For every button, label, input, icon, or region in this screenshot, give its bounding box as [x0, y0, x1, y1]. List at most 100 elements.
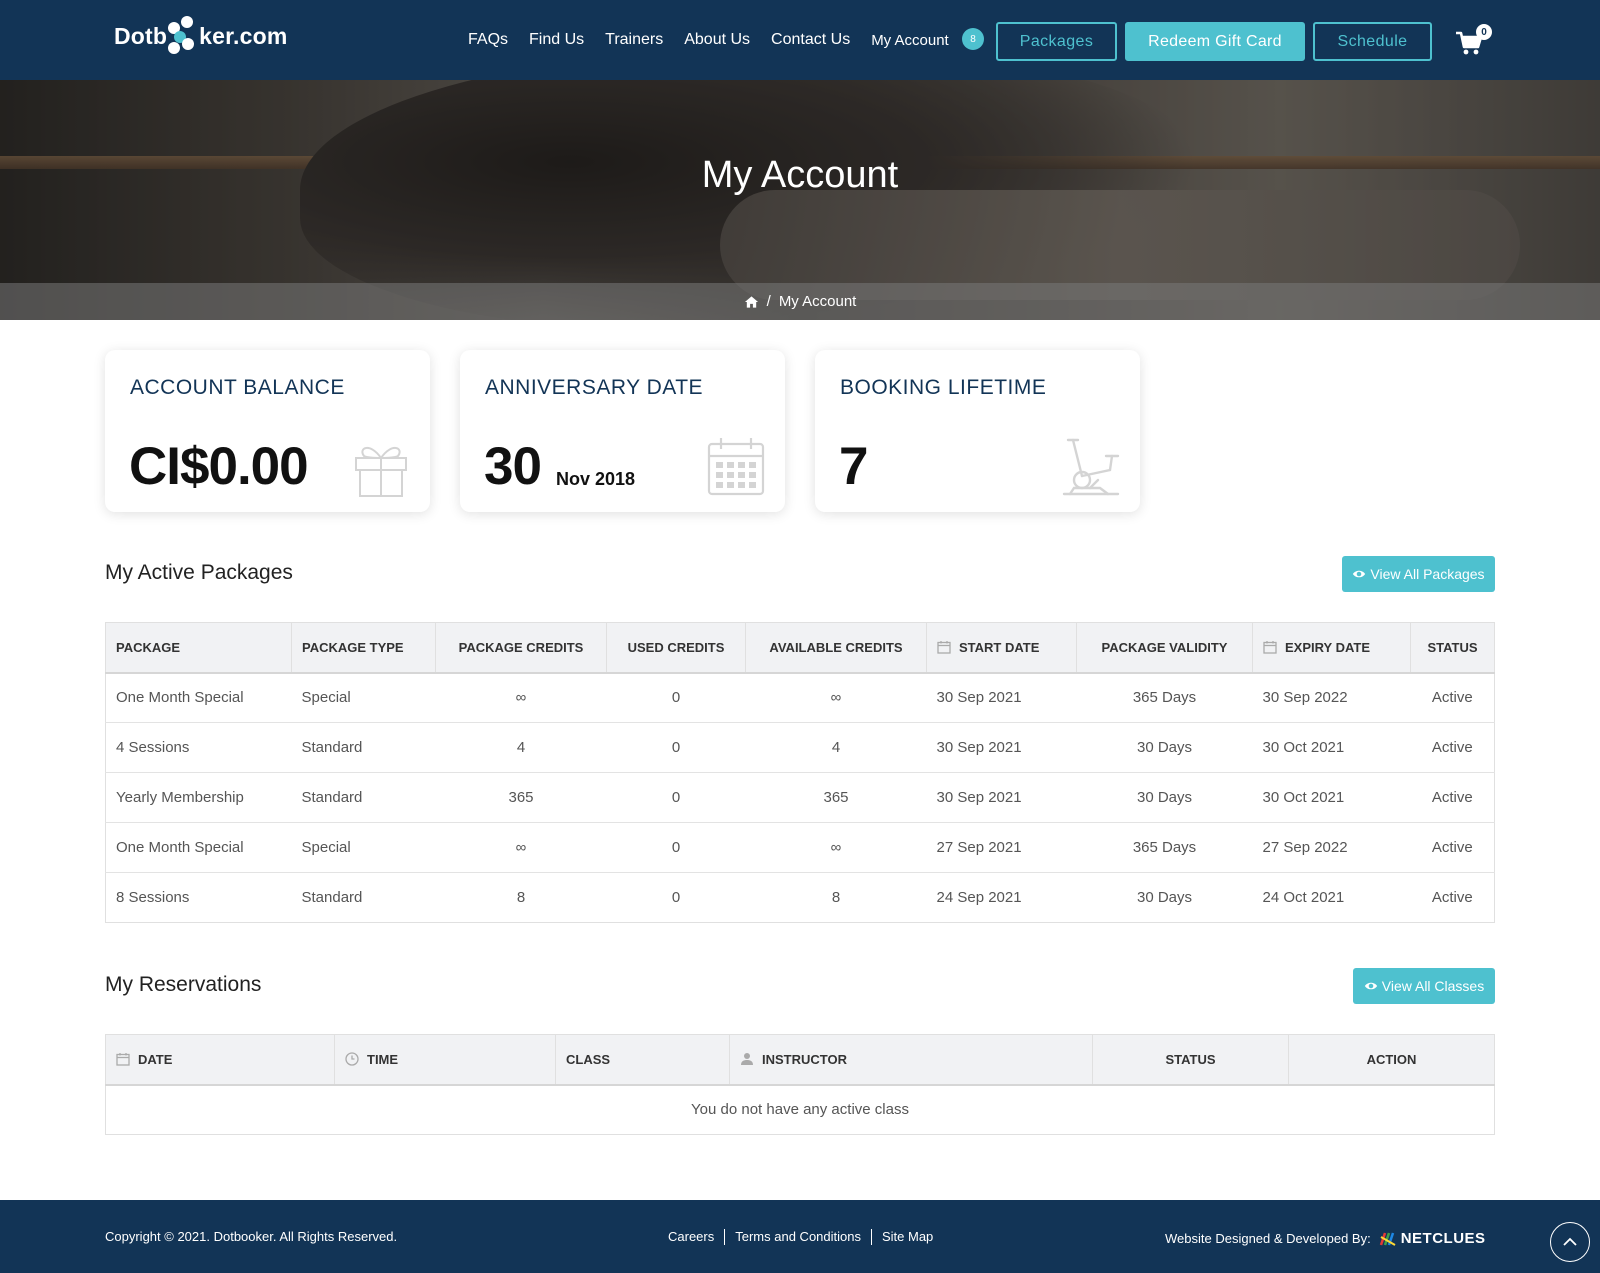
cell-package: 8 Sessions [105, 872, 292, 923]
col-package: PACKAGE [105, 622, 292, 674]
eye-icon [1353, 570, 1366, 578]
cell-package-type: Special [301, 689, 351, 707]
account-balance-title: ACCOUNT BALANCE [130, 376, 345, 399]
netclues-logo[interactable]: NETCLUES [1379, 1230, 1486, 1247]
col-expiry-date-label: EXPIRY DATE [1285, 639, 1371, 655]
logo-text-right: ker.com [199, 22, 288, 49]
cell-available-credits: 365 [745, 772, 927, 823]
active-packages-table: PACKAGE PACKAGE TYPE PACKAGE CREDITS USE… [105, 622, 1495, 923]
empty-message: You do not have any active class [691, 1101, 909, 1119]
cell-expiry-date: 27 Sep 2022 [1252, 822, 1411, 873]
view-all-packages-button[interactable]: View All Packages [1342, 556, 1495, 592]
schedule-button[interactable]: Schedule [1313, 22, 1432, 61]
reservations-table: DATE TIME CLASS INSTRUCTOR STATUS ACTION… [105, 1034, 1495, 1135]
calendar-icon [707, 438, 765, 496]
nav-trainers[interactable]: Trainers [605, 31, 663, 49]
col-start-date: START DATE [926, 622, 1077, 674]
cell-status: Active [1410, 772, 1495, 823]
cell-start-date: 24 Sep 2021 [926, 872, 1077, 923]
col-time: TIME [334, 1034, 556, 1086]
back-to-top-button[interactable] [1550, 1222, 1590, 1262]
cell-status: Active [1410, 872, 1495, 923]
nav-my-account[interactable]: My Account [871, 32, 949, 49]
cell-available-credits: 8 [745, 872, 927, 923]
calendar-icon [937, 640, 951, 654]
nav-about-us[interactable]: About Us [684, 31, 750, 49]
cart-count-badge: 0 [1476, 24, 1492, 40]
site-header: Dotb ker.com FAQs Find Us Trainers About… [0, 0, 1600, 80]
footer-link-careers[interactable]: Careers [658, 1229, 724, 1245]
cell-package-type: Special [291, 822, 436, 873]
table-row: Yearly Membership Standard 365 0 365 30 … [105, 772, 1495, 823]
col-package-validity: PACKAGE VALIDITY [1076, 622, 1253, 674]
active-packages-title: My Active Packages [105, 561, 293, 584]
cell-package: One Month Special [116, 689, 244, 707]
home-icon[interactable] [744, 295, 759, 309]
netclues-logo-icon [1379, 1232, 1396, 1246]
cell-package: 4 Sessions [105, 722, 292, 773]
cell-package: Yearly Membership [105, 772, 292, 823]
col-expiry-date: EXPIRY DATE [1252, 622, 1411, 674]
col-date: DATE [105, 1034, 335, 1086]
col-package-type: PACKAGE TYPE [291, 622, 436, 674]
cell-package-credits: 8 [435, 872, 607, 923]
nav-my-account-label: My Account [871, 31, 949, 49]
redeem-gift-card-button[interactable]: Redeem Gift Card [1125, 22, 1305, 61]
footer-links: Careers Terms and Conditions Site Map [658, 1229, 943, 1245]
anniversary-date-card: ANNIVERSARY DATE 30 Nov 2018 [460, 350, 785, 512]
developer-credit: Website Designed & Developed By: NETCLUE… [1165, 1230, 1486, 1247]
cell-status: Active [1431, 689, 1473, 707]
cell-status: Active [1410, 722, 1495, 773]
cell-expiry-date: 24 Oct 2021 [1252, 872, 1411, 923]
footer-link-site-map[interactable]: Site Map [872, 1229, 943, 1245]
cell-package-credits: ∞ [435, 822, 607, 873]
cell-start-date: 30 Sep 2021 [936, 689, 1022, 707]
chevron-up-icon [1563, 1237, 1577, 1246]
page-title: My Account [701, 154, 899, 196]
table-header-row: DATE TIME CLASS INSTRUCTOR STATUS ACTION [105, 1034, 1495, 1086]
cell-package-validity: 365 Days [1076, 822, 1253, 873]
cell-available-credits: ∞ [745, 822, 927, 873]
col-status: STATUS [1410, 622, 1495, 674]
packages-button[interactable]: Packages [996, 22, 1117, 61]
anniversary-month-year: Nov 2018 [556, 469, 636, 489]
copyright-text: Copyright © 2021. Dotbooker. All Rights … [105, 1229, 398, 1244]
booking-lifetime-value: 7 [839, 437, 869, 496]
cell-used-credits: 0 [606, 772, 746, 823]
cell-package-type: Standard [291, 722, 436, 773]
cell-package-credits: ∞ [515, 689, 527, 707]
nav-contact-us[interactable]: Contact Us [771, 31, 850, 49]
account-balance-value: CI$0.00 [129, 437, 309, 496]
exercise-bike-icon [1062, 438, 1120, 496]
nav-faqs[interactable]: FAQs [468, 31, 508, 49]
col-action: ACTION [1288, 1034, 1495, 1086]
breadcrumb-current: My Account [778, 293, 857, 310]
hero-banner: My Account / My Account [0, 80, 1600, 320]
col-instructor-label: INSTRUCTOR [762, 1051, 847, 1067]
developer-credit-text: Website Designed & Developed By: [1165, 1231, 1371, 1246]
calendar-icon [116, 1052, 130, 1066]
cell-expiry-date: 30 Oct 2021 [1252, 772, 1411, 823]
cell-package-validity: 30 Days [1076, 872, 1253, 923]
cell-start-date: 30 Sep 2021 [926, 722, 1077, 773]
cell-package-credits: 365 [435, 772, 607, 823]
user-icon [741, 1052, 753, 1065]
anniversary-date-title: ANNIVERSARY DATE [485, 376, 704, 399]
calendar-icon [1263, 640, 1277, 654]
table-row: One Month Special Special ∞ 0 ∞ 30 Sep 2… [106, 673, 1495, 723]
anniversary-day: 30 [484, 437, 542, 496]
footer-link-terms[interactable]: Terms and Conditions [725, 1229, 871, 1245]
cell-package-credits: 4 [435, 722, 607, 773]
table-row: One Month Special Special ∞ 0 ∞ 27 Sep 2… [105, 822, 1495, 873]
cell-start-date: 30 Sep 2021 [926, 772, 1077, 823]
view-all-classes-button[interactable]: View All Classes [1353, 968, 1495, 1004]
cell-package-validity: 30 Days [1076, 722, 1253, 773]
view-all-packages-label: View All Packages [1370, 566, 1485, 582]
cell-used-credits: 0 [606, 822, 746, 873]
table-row: 8 Sessions Standard 8 0 8 24 Sep 2021 30… [105, 872, 1495, 923]
cell-used-credits: 0 [671, 689, 681, 707]
site-logo[interactable]: Dotb ker.com [114, 14, 288, 58]
nav-find-us[interactable]: Find Us [529, 31, 584, 49]
cell-expiry-date: 30 Oct 2021 [1252, 722, 1411, 773]
table-row: 4 Sessions Standard 4 0 4 30 Sep 2021 30… [105, 722, 1495, 773]
